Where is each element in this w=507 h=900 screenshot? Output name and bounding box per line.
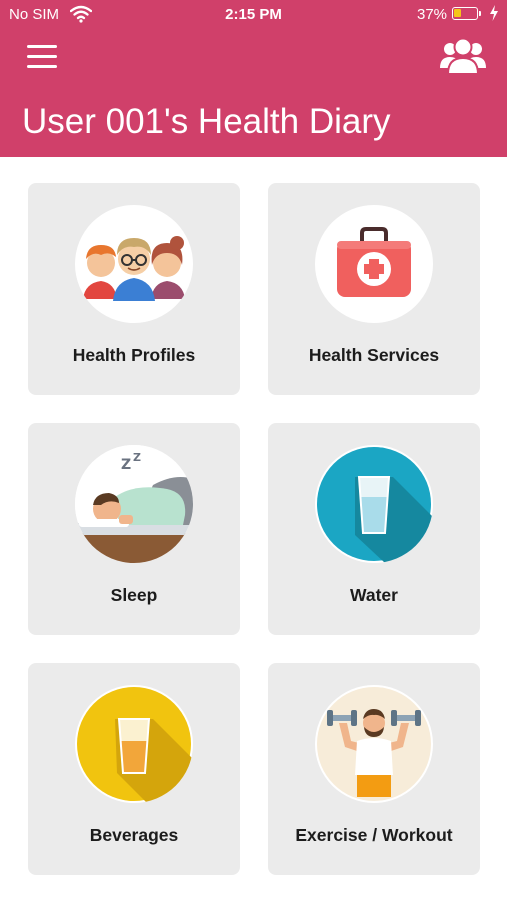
tile-beverages[interactable]: Beverages	[28, 663, 240, 875]
battery-percent: 37%	[417, 6, 448, 23]
tile-image-frame	[75, 205, 193, 323]
tile-label: Beverages	[89, 825, 179, 845]
menu-bar-bottom	[27, 65, 57, 68]
status-bar: No SIM 2:15 PM 37%	[0, 0, 507, 30]
family-people-icon	[83, 236, 185, 301]
tile-health-services[interactable]: Health Services	[268, 183, 480, 395]
bolt-icon	[490, 5, 498, 21]
battery-fill	[454, 9, 462, 17]
tile-exercise-workout[interactable]: Exercise / Workout	[268, 663, 480, 875]
battery-tip	[479, 11, 481, 16]
weightlifter-icon	[317, 687, 431, 801]
battery-icon	[452, 7, 478, 20]
menu-bar-top	[27, 45, 57, 48]
page-title: User 001's Health Diary	[22, 102, 391, 141]
tile-label: Health Services	[308, 345, 440, 365]
menu-bar-middle	[27, 55, 57, 58]
menu-button[interactable]	[27, 45, 57, 69]
tile-label: Sleep	[110, 585, 158, 605]
app-header: User 001's Health Diary	[0, 30, 507, 157]
tile-image-frame	[75, 685, 193, 803]
tile-image-frame	[315, 445, 433, 563]
tile-image-frame	[315, 685, 433, 803]
svg-text:Z: Z	[133, 451, 141, 464]
tile-health-profiles[interactable]: Health Profiles	[28, 183, 240, 395]
tile-image-frame: Z Z	[75, 445, 193, 563]
user-group-icon[interactable]	[438, 36, 488, 76]
tile-sleep[interactable]: Z Z Sleep	[28, 423, 240, 635]
tile-label: Health Profiles	[72, 345, 196, 365]
sleeping-person-icon: Z Z	[75, 445, 193, 563]
water-glass-icon	[317, 447, 433, 563]
tile-image-frame	[315, 205, 433, 323]
beverage-glass-icon	[77, 687, 193, 803]
tile-water[interactable]: Water	[268, 423, 480, 635]
first-aid-kit-icon	[337, 227, 411, 297]
tile-label: Exercise / Workout	[295, 825, 453, 845]
svg-text:Z: Z	[121, 457, 131, 473]
tile-label: Water	[350, 585, 398, 605]
